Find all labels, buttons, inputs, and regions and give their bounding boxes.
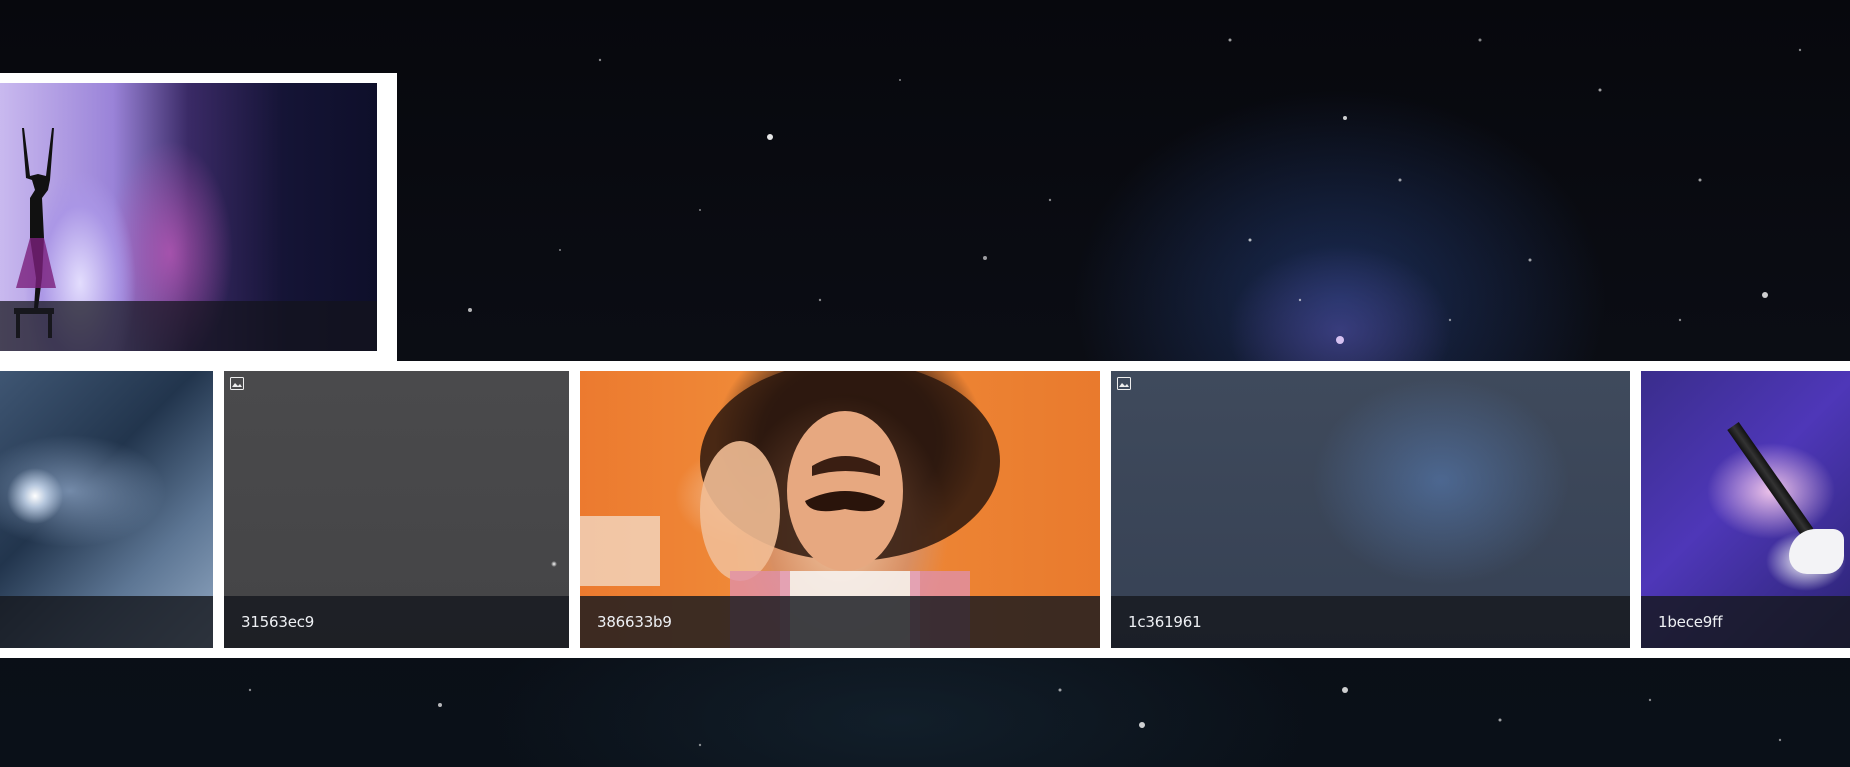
tile-caption-bar: 386633b9 xyxy=(580,596,1100,648)
tile-caption-bar xyxy=(0,596,213,648)
gallery-tile[interactable] xyxy=(0,371,213,648)
white-glove xyxy=(1789,529,1844,574)
featured-image-woman-in-cave xyxy=(0,83,377,351)
tile-id: 1bece9ff xyxy=(1658,613,1723,631)
magic-wand xyxy=(1727,421,1814,537)
tile-caption-bar: 1bece9ff xyxy=(1641,596,1850,648)
tile-id: 386633b9 xyxy=(597,613,672,631)
image-badge-icon xyxy=(1117,377,1131,390)
gallery-tile[interactable]: 386633b9 xyxy=(580,371,1100,648)
tile-id: 31563ec9 xyxy=(241,613,315,631)
gallery-strip: 31563ec9 386633b9 1c361961 1bece9ff xyxy=(0,361,1850,658)
tile-caption-bar: 1c361961 xyxy=(1111,596,1630,648)
gallery-tile[interactable]: 31563ec9 xyxy=(224,371,569,648)
featured-caption-bar xyxy=(0,301,377,351)
tile-caption-bar: 31563ec9 xyxy=(224,596,569,648)
tile-id: 1c361961 xyxy=(1128,613,1202,631)
gallery-tile[interactable]: 1c361961 xyxy=(1111,371,1630,648)
gallery-tile[interactable]: 1bece9ff xyxy=(1641,371,1850,648)
featured-tile[interactable] xyxy=(0,73,397,362)
image-badge-icon xyxy=(230,377,244,390)
